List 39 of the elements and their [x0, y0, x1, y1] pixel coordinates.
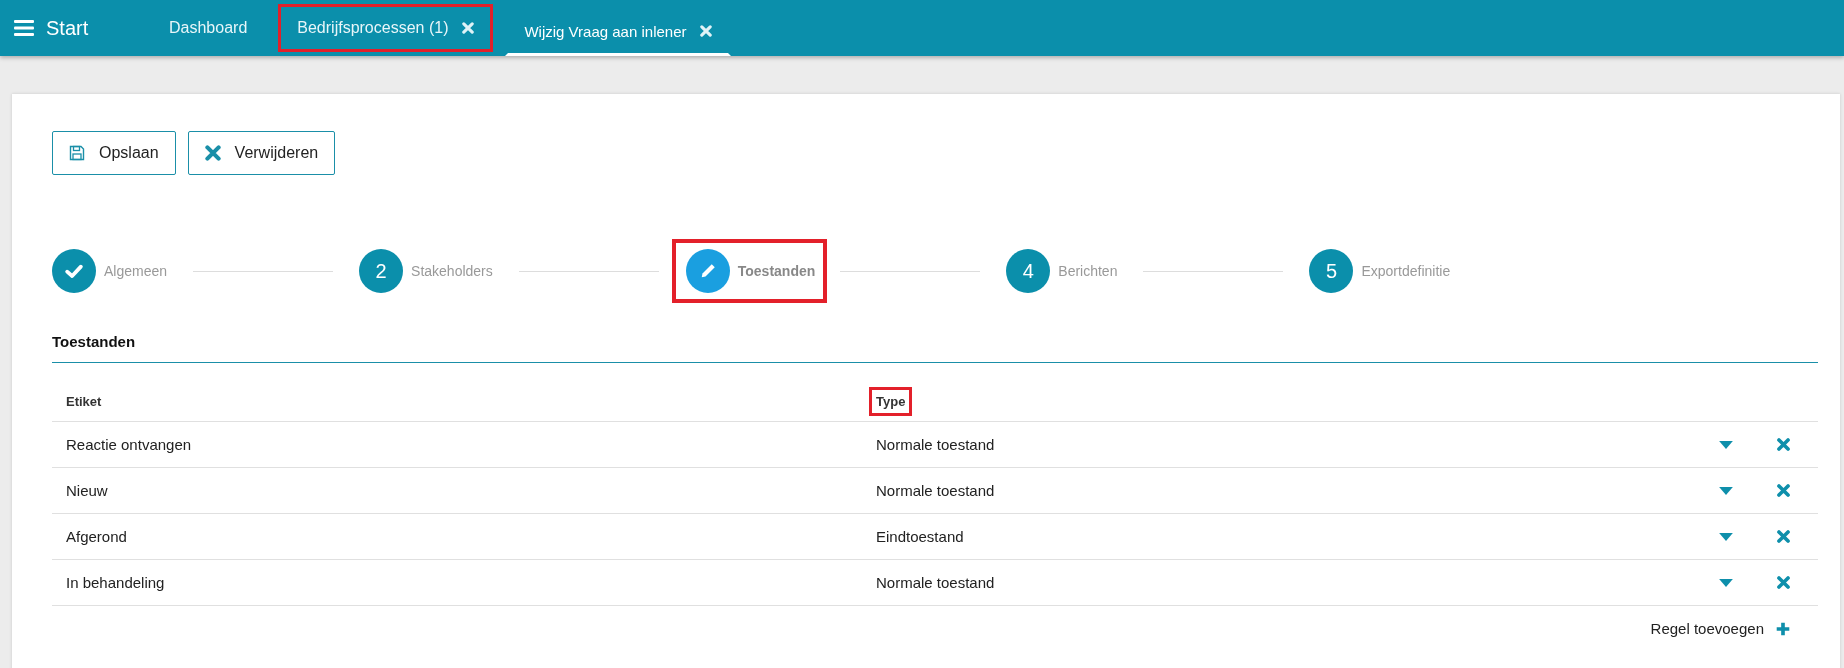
wizard-step[interactable]: Algemeen	[39, 241, 181, 301]
delete-icon[interactable]	[1777, 484, 1790, 497]
tab[interactable]: Bedrijfsprocessen (1)	[278, 4, 494, 52]
close-icon[interactable]	[700, 25, 713, 37]
delete-icon[interactable]	[1777, 530, 1790, 543]
table-cell-text: Reactie ontvangen	[65, 436, 193, 453]
table-cell-text: Normale toestand	[875, 482, 996, 499]
caret-icon[interactable]	[1719, 486, 1733, 495]
tab[interactable]: Wijzig Vraag aan inlener	[505, 0, 732, 56]
table-cell-text: Eindtoestand	[875, 528, 965, 545]
delete-icon	[204, 145, 221, 161]
delete-icon[interactable]	[1777, 576, 1790, 589]
start-menu-button[interactable]: Start	[0, 0, 150, 56]
plus-icon	[1776, 621, 1790, 636]
wizard-step[interactable]: 2 Stakeholders	[346, 241, 506, 301]
step-circle: 4	[1006, 249, 1051, 293]
close-icon[interactable]	[462, 22, 475, 34]
section-title: Toestanden	[52, 333, 137, 350]
table-cell-text: In behandeling	[65, 574, 166, 591]
wizard-step[interactable]: 5 Exportdefinitie	[1296, 241, 1464, 301]
table-cell-text: Normale toestand	[875, 436, 996, 453]
column-header: Etiket	[65, 392, 103, 411]
step-circle: 5	[1309, 249, 1354, 293]
table-cell-text: Afgerond	[65, 528, 128, 545]
column-header: Type	[869, 386, 913, 416]
table-cell-text: Normale toestand	[875, 574, 996, 591]
caret-icon[interactable]	[1719, 440, 1733, 449]
delete-button[interactable]: Verwijderen	[187, 131, 336, 175]
save-button[interactable]: Opslaan	[52, 131, 176, 175]
wizard-step[interactable]: 4 Berichten	[993, 241, 1131, 301]
add-row-button[interactable]: Regel toevoegen	[1650, 620, 1790, 637]
delete-icon[interactable]	[1777, 438, 1790, 451]
step-circle: 2	[359, 249, 404, 293]
caret-icon[interactable]	[1719, 578, 1733, 587]
tab[interactable]: Dashboard	[150, 0, 267, 56]
caret-icon[interactable]	[1719, 532, 1733, 541]
menu-icon	[14, 20, 34, 36]
wizard-step[interactable]: Toestanden	[671, 239, 828, 303]
table-cell-text: Nieuw	[65, 482, 109, 499]
